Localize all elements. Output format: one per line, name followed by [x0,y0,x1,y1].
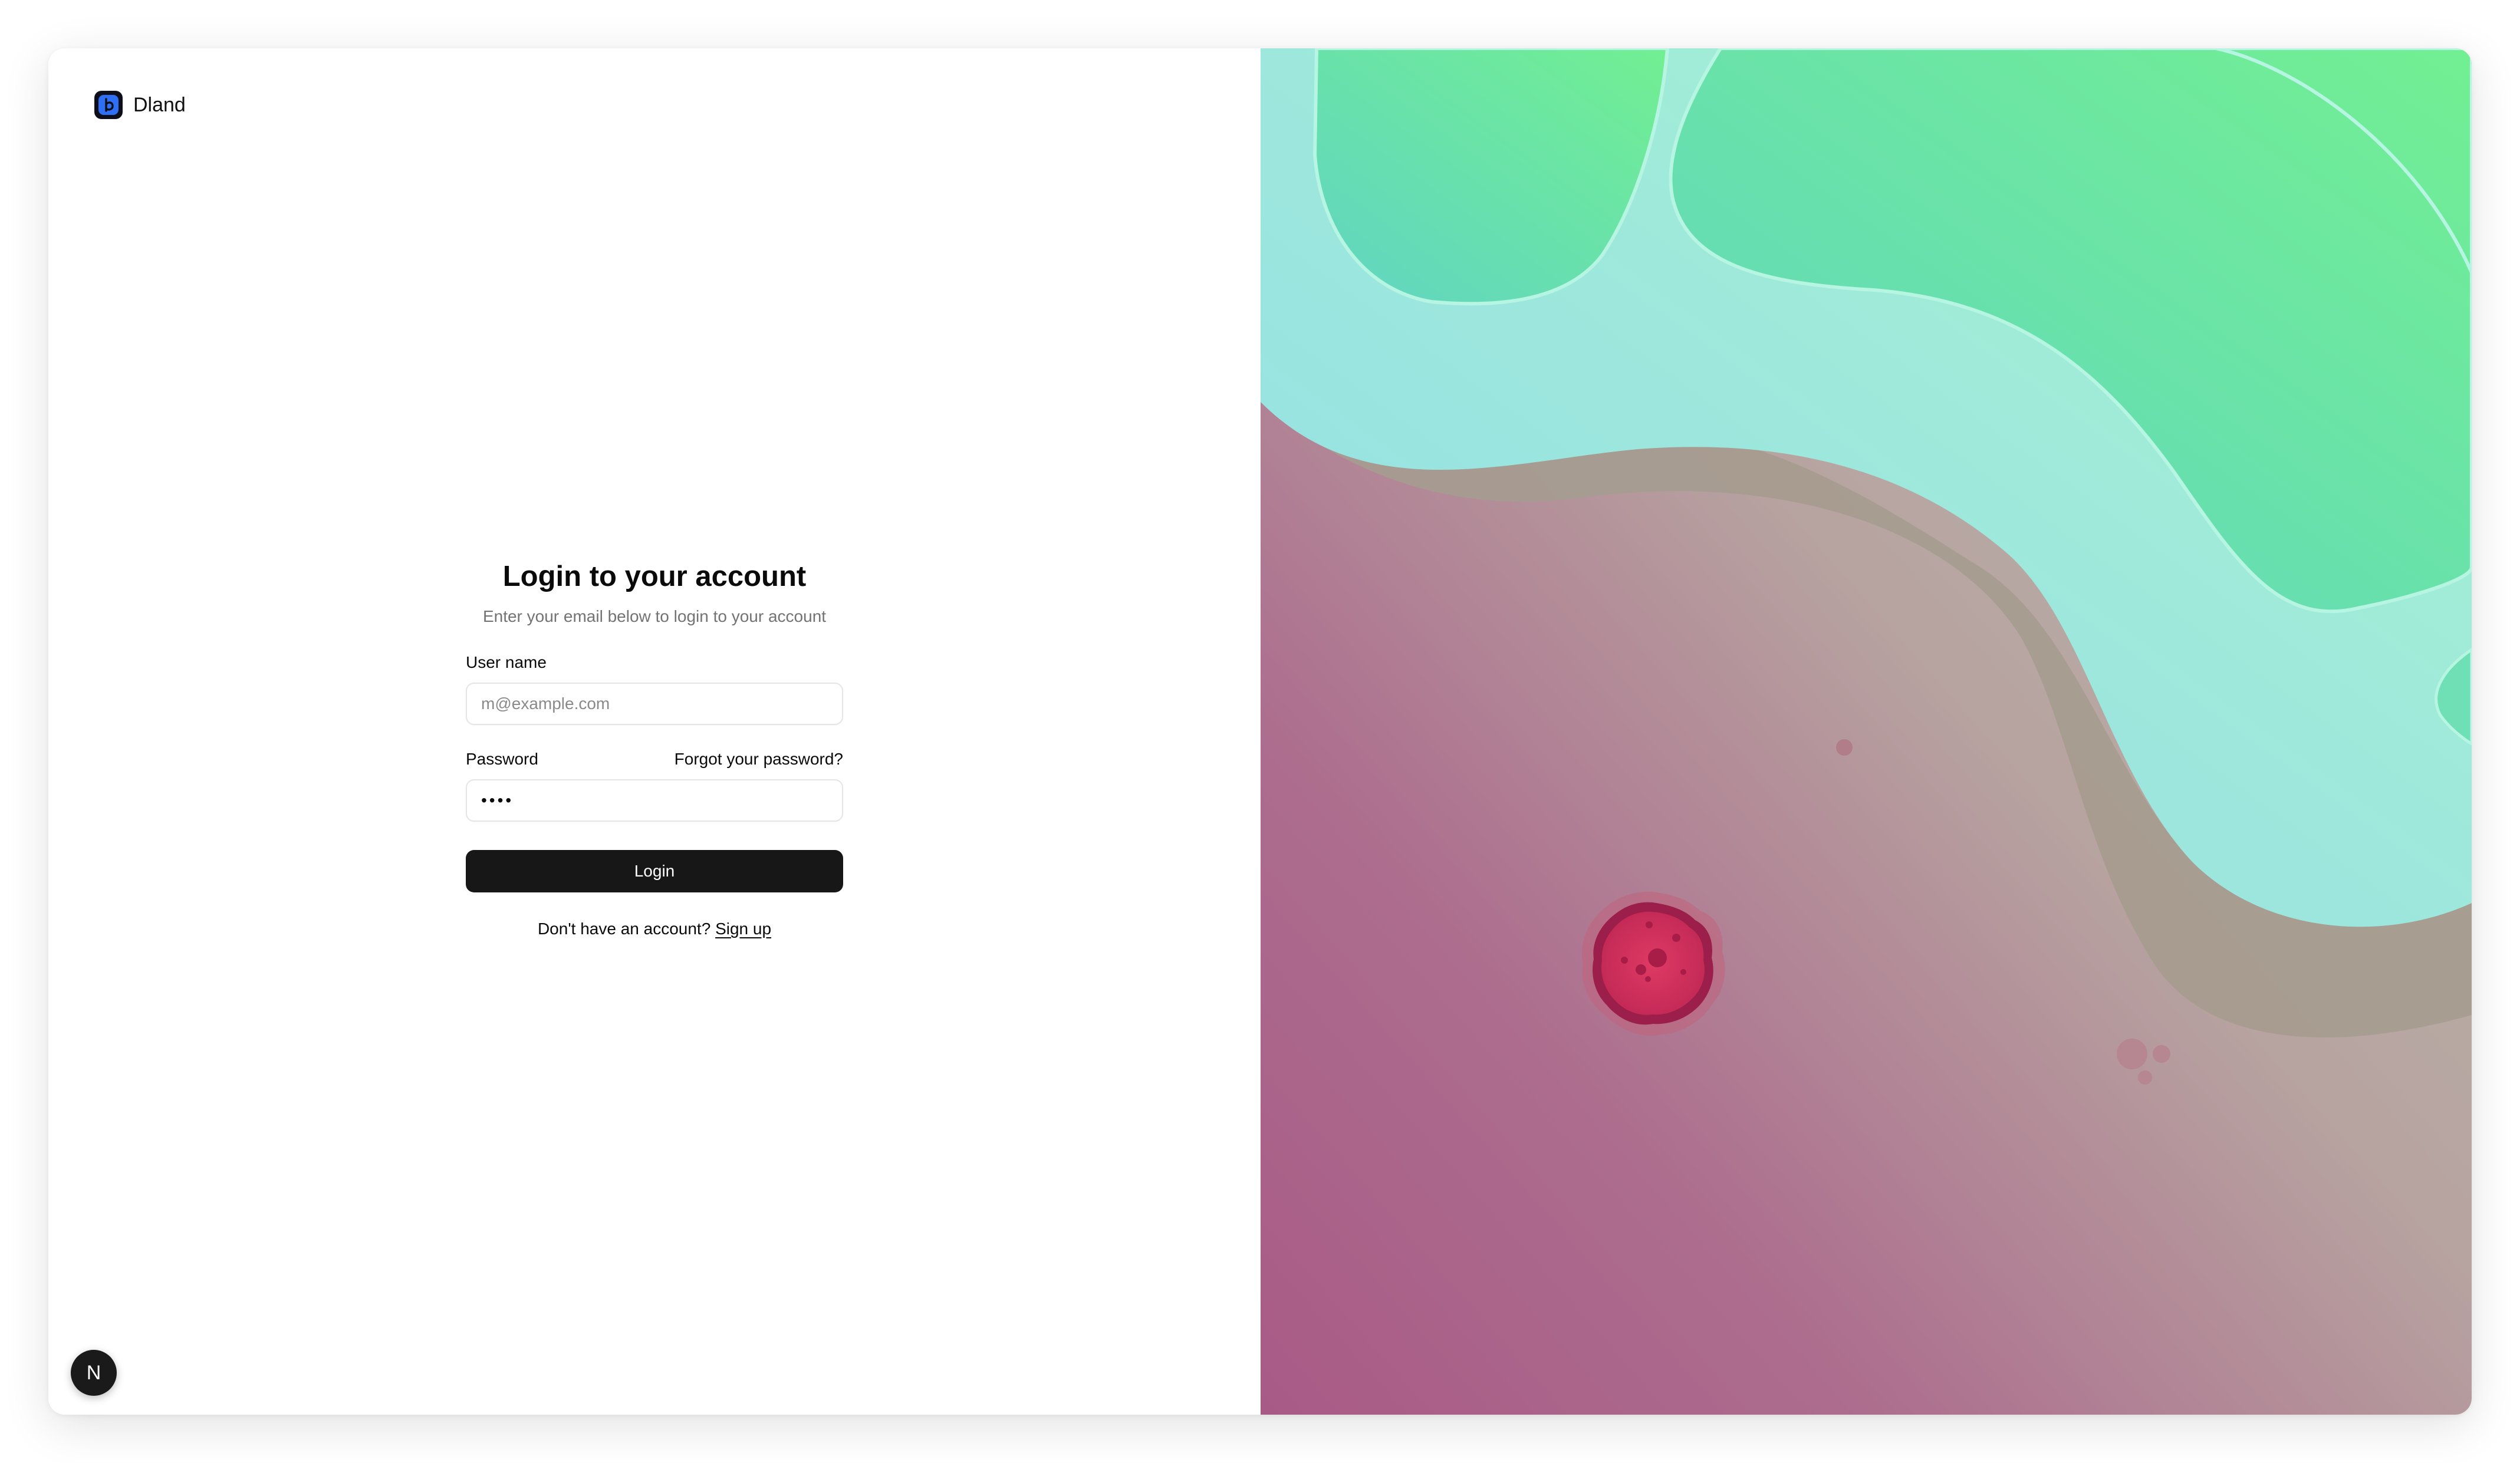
signup-line: Don't have an account? Sign up [466,917,843,941]
forgot-password-link[interactable]: Forgot your password? [675,747,843,771]
login-button[interactable]: Login [466,850,843,892]
signup-link[interactable]: Sign up [715,920,771,938]
signup-prompt: Don't have an account? [537,920,711,938]
bubble-large [2117,1039,2147,1069]
login-form: Login to your account Enter your email b… [466,555,843,941]
page-subtitle: Enter your email below to login to your … [482,607,827,625]
login-window: Dland Login to your account Enter your e… [48,48,2472,1415]
password-label-row: Password Forgot your password? [466,747,843,771]
terrain-illustration [1261,48,2472,1415]
bubble-small [2138,1070,2152,1085]
nextjs-icon: N [86,1361,101,1384]
login-panel: Dland Login to your account Enter your e… [48,48,1261,1415]
password-input[interactable] [466,779,843,822]
dland-logo-icon [94,91,123,119]
bubble-medium [2153,1045,2170,1063]
small-dot [1836,739,1853,756]
page-title: Login to your account [502,561,807,592]
nextjs-dev-badge[interactable]: N [71,1350,117,1396]
username-label-row: User name [466,651,843,674]
brand[interactable]: Dland [94,91,186,119]
brand-name: Dland [133,93,186,116]
password-label: Password [466,750,538,768]
username-label: User name [466,653,547,671]
username-input[interactable] [466,683,843,725]
terrain-illustration-svg [1261,48,2472,1415]
